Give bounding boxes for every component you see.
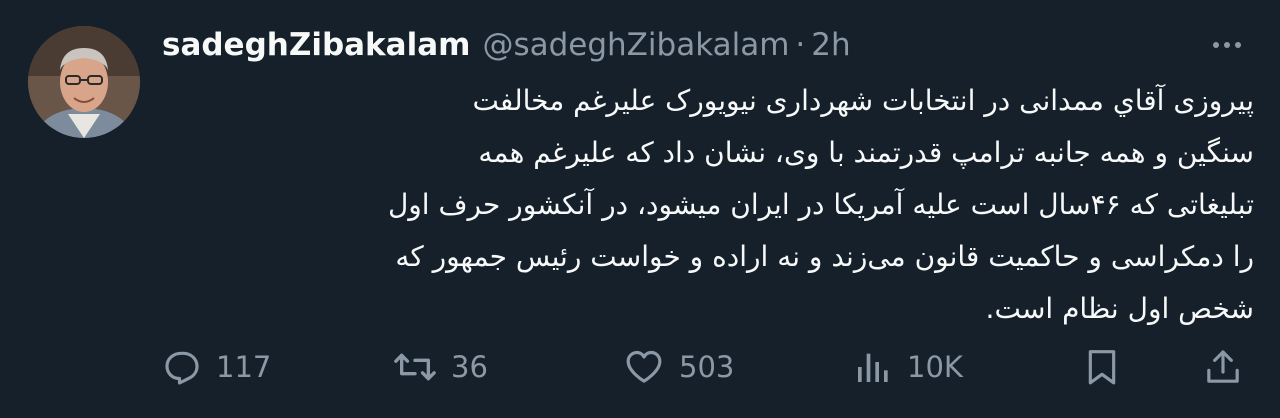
tweet-text: پیروزی آقاي ممدانی در انتخابات شهرداری ن… [160,75,1254,335]
retweet-button[interactable]: 36 [393,340,488,394]
reply-button[interactable]: 117 [162,340,271,394]
share-icon [1207,350,1239,383]
like-button[interactable]: 503 [623,340,734,394]
timestamp[interactable]: 2h [811,27,850,63]
tweet-text-line: پیروزی آقاي ممدانی در انتخابات شهرداری ن… [472,84,1254,117]
user-handle[interactable]: @sadeghZibakalam [482,27,789,63]
retweet-icon [394,353,436,381]
tweet-text-line: تبلیغاتی که ۴۶سال است علیه آمریکا در ایر… [387,188,1254,221]
avatar-image [28,26,140,138]
avatar[interactable] [28,26,140,138]
separator-dot: · [795,27,806,63]
more-dot [1224,42,1230,48]
more-dot [1235,42,1241,48]
tweet-text-line: شخص اول نظام است. [985,292,1254,325]
heart-icon [626,350,662,383]
reply-icon [165,351,199,385]
more-horizontal-icon [1213,42,1219,48]
bookmark-button[interactable] [1082,340,1122,394]
share-button[interactable] [1203,340,1243,394]
tweet: sadeghZibakalam @sadeghZibakalam · 2h پی… [0,0,1280,418]
reply-count: 117 [216,350,272,384]
views-count: 10K [907,350,963,384]
bookmark-icon [1088,350,1116,385]
retweet-count: 36 [451,350,488,384]
views-button[interactable]: 10K [853,340,963,394]
views-icon [858,353,888,382]
like-count: 503 [679,350,735,384]
tweet-text-line: را دمکراسی و حاکمیت قانون می‌زند و نه ار… [395,240,1254,273]
tweet-text-line: سنگین و همه جانبه ترامپ قدرتمند با وی، ن… [478,136,1254,169]
more-options-button[interactable] [1204,30,1250,60]
tweet-header: sadeghZibakalam @sadeghZibakalam · 2h [162,22,851,68]
tweet-actions: 117 36 503 10K [0,340,1280,394]
display-name[interactable]: sadeghZibakalam [162,27,470,63]
